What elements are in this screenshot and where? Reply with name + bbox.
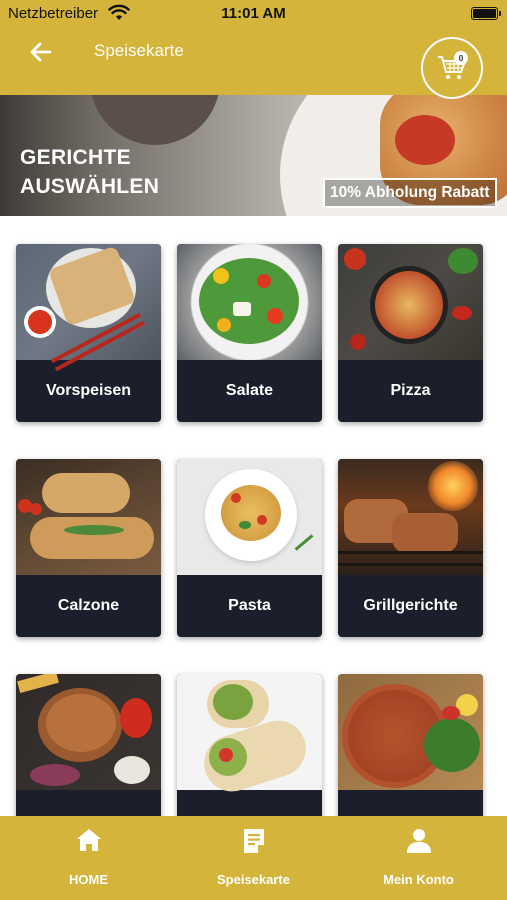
nav-label-mein-konto: Mein Konto (383, 872, 454, 887)
home-icon (76, 829, 101, 851)
category-card-calzone[interactable]: Calzone (16, 459, 161, 637)
page-title: Speisekarte (94, 41, 184, 60)
nav-label-speisekarte: Speisekarte (217, 872, 290, 887)
category-label: Pasta (228, 597, 271, 614)
bottom-navigation: HOME Speisekarte Mein Konto (0, 816, 507, 900)
salate-image (177, 244, 322, 360)
category-card-grillgerichte[interactable]: Grillgerichte (338, 459, 483, 637)
category-card-salate[interactable]: Salate (177, 244, 322, 422)
grillgerichte-image (338, 459, 483, 575)
discount-badge: 10% Abholung Rabatt (323, 178, 497, 208)
category-card-pasta[interactable]: Pasta (177, 459, 322, 637)
wraps-image (177, 674, 322, 799)
menu-card-icon (243, 829, 264, 853)
category-label: Pizza (390, 382, 431, 399)
nav-item-home[interactable]: HOME (4, 816, 173, 900)
banner-pan-image (90, 95, 220, 145)
category-label: Vorspeisen (45, 382, 132, 399)
category-card-pizza[interactable]: Pizza (338, 244, 483, 422)
cart-count-badge: 0 (454, 51, 468, 65)
promo-banner: GERICHTE AUSWÄHLEN 10% Abholung Rabatt (0, 95, 507, 216)
lahmacun-image (338, 674, 483, 790)
category-label: Grillgerichte (363, 597, 458, 614)
category-card-vorspeisen[interactable]: Vorspeisen (16, 244, 161, 422)
arrow-left-icon (30, 42, 52, 62)
category-label: Calzone (57, 597, 120, 614)
pasta-image (177, 459, 322, 575)
battery-icon (471, 7, 501, 20)
category-grid: Vorspeisen Salate Pizza Calzone Pasta Gr… (9, 216, 498, 852)
user-icon (406, 829, 431, 853)
vorspeisen-image (16, 244, 161, 372)
back-button[interactable] (24, 36, 58, 68)
banner-title: GERICHTE AUSWÄHLEN (20, 146, 160, 198)
banner-tomato-slice-image (395, 115, 455, 165)
nav-item-mein-konto[interactable]: Mein Konto (334, 816, 503, 900)
calzone-image (16, 459, 161, 575)
pizza-image (338, 244, 483, 360)
doener-image (16, 674, 161, 790)
cart-button[interactable]: 0 (421, 37, 483, 99)
status-bar: Netzbetreiber 11:01 AM (0, 0, 507, 28)
nav-item-speisekarte[interactable]: Speisekarte (169, 816, 338, 900)
category-label: Salate (225, 382, 274, 399)
status-time: 11:01 AM (221, 5, 286, 22)
nav-label-home: HOME (69, 872, 108, 887)
